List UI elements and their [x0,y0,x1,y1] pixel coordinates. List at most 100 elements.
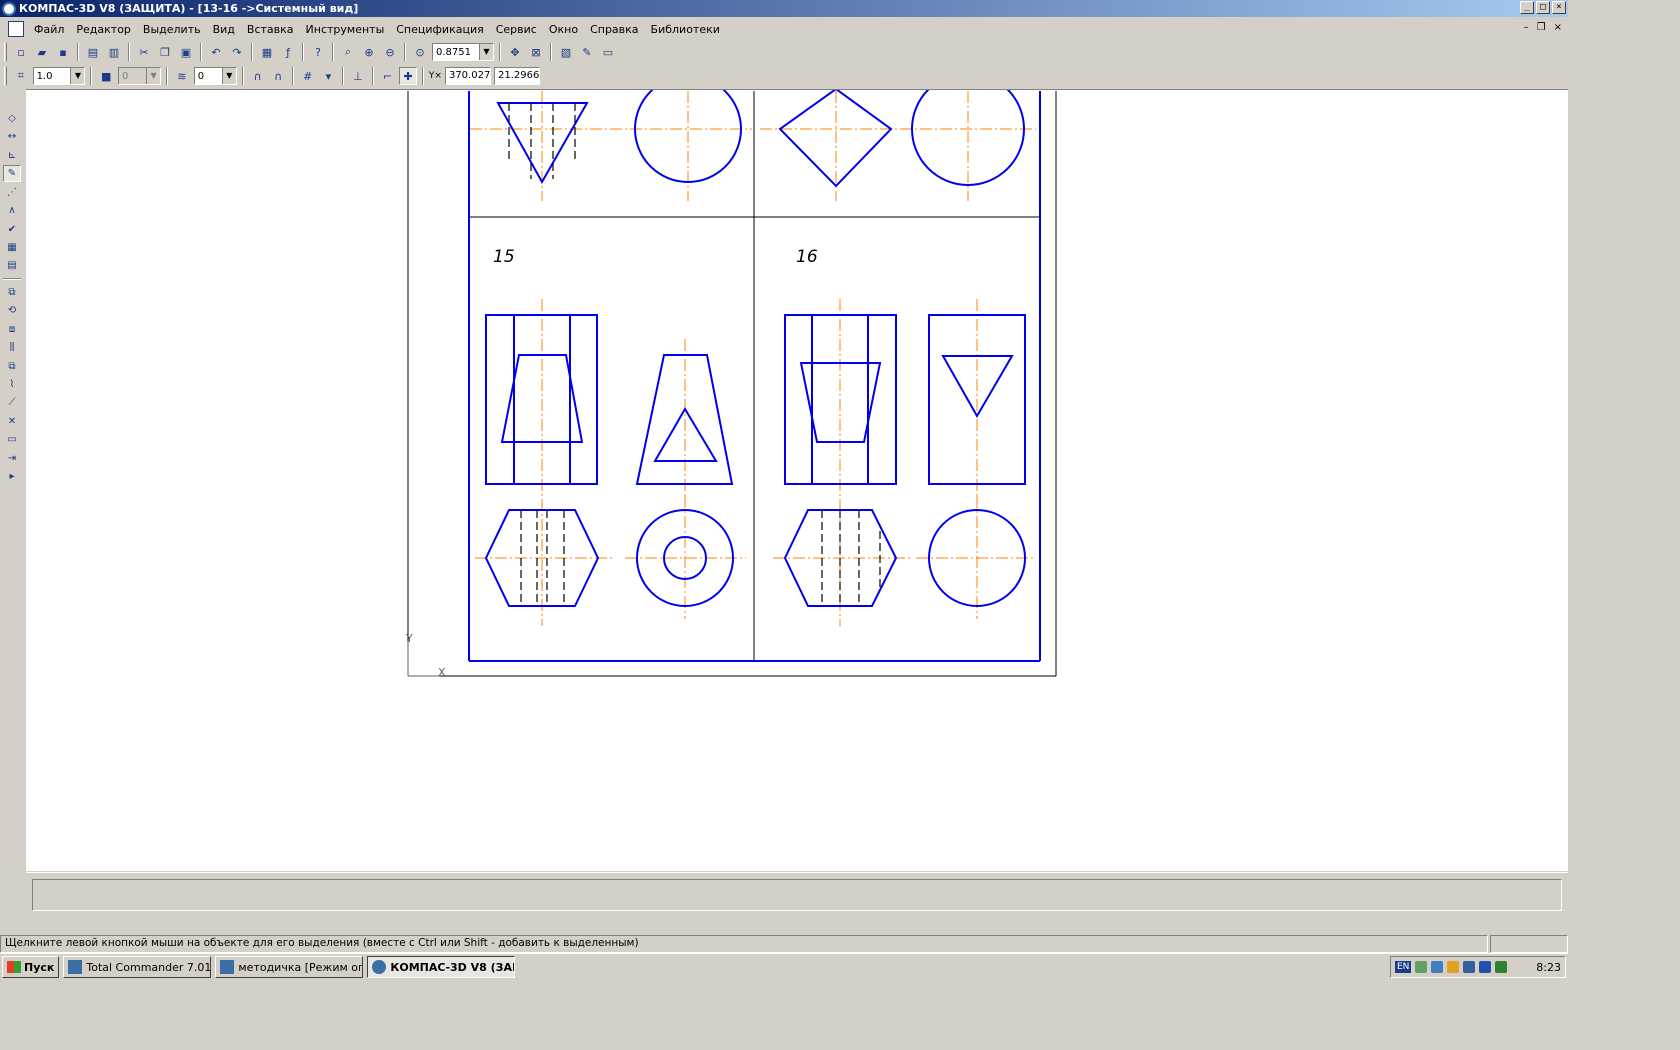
copy-objects-icon[interactable]: ⧉ [3,358,21,374]
stretch-icon[interactable]: ⇥ [3,450,21,466]
grid-dropdown-icon[interactable]: ▾ [320,67,338,85]
minimize-button[interactable]: _ [1520,1,1534,14]
menu-select[interactable]: Выделить [137,23,207,36]
task-number-16[interactable]: 16 [796,247,818,267]
menu-specification[interactable]: Спецификация [390,23,489,36]
network-icon[interactable] [1415,961,1428,973]
doc-restore-button[interactable]: ❐ [1537,22,1546,33]
select-icon[interactable]: ✔ [3,221,21,237]
manager-icon[interactable]: ▦ [258,43,276,61]
menu-help[interactable]: Справка [584,23,644,36]
security-icon[interactable] [1447,961,1460,973]
edit-icon[interactable]: ✎ [3,165,21,182]
chevron-down-icon[interactable]: ▼ [70,68,85,84]
macro-icon[interactable]: ▭ [3,432,21,448]
toolbar-grip[interactable] [4,43,7,61]
print-preview-icon[interactable]: ▥ [105,43,123,61]
rotate-icon[interactable]: ⟲ [3,303,21,319]
cs-y-label[interactable]: Y [405,632,413,645]
style-icon[interactable]: ■ [97,67,115,85]
menu-service[interactable]: Сервис [490,23,543,36]
tray-app-icon[interactable] [1431,961,1444,973]
move-icon[interactable]: ⧉ [3,284,21,300]
step-combo[interactable]: 1.0 ▼ [32,67,86,85]
language-indicator[interactable]: EN [1395,961,1412,973]
show-all-icon[interactable]: ⊠ [527,43,545,61]
magnet-local-icon[interactable]: ∩ [269,67,287,85]
menu-tools[interactable]: Инструменты [300,23,391,36]
layer-value: 0 [197,70,205,82]
designations-icon[interactable]: ⊾ [3,147,21,163]
print-icon[interactable]: ▤ [84,43,102,61]
open-folder-icon[interactable]: ▰ [33,43,51,61]
rebuild-icon[interactable]: ✎ [578,43,596,61]
menu-libraries[interactable]: Библиотеки [645,23,726,36]
more-tools-icon[interactable]: ▸ [3,468,21,484]
antivirus-icon[interactable] [1479,961,1492,973]
parametrization-icon[interactable]: ⋰ [3,184,21,200]
save-icon[interactable]: ▪ [54,43,72,61]
new-document-icon[interactable]: ▫ [12,43,30,61]
zoom-in-icon[interactable]: ⊕ [360,43,378,61]
menu-view[interactable]: Вид [207,23,241,36]
undo-icon[interactable]: ↶ [207,43,225,61]
chevron-down-icon[interactable]: ▼ [221,68,236,84]
variables-icon[interactable]: ƒ [279,43,297,61]
close-button[interactable]: × [1552,1,1566,14]
maximize-button[interactable]: □ [1536,1,1550,14]
menu-editor[interactable]: Редактор [70,23,137,36]
associative-views-icon[interactable]: ▦ [3,239,21,255]
geometry-icon[interactable]: ◇ [3,110,21,126]
chevron-down-icon[interactable]: ▼ [479,44,493,60]
scale-icon[interactable]: ⧈ [3,321,21,337]
specification-icon[interactable]: ▤ [3,258,21,274]
coord-x-field[interactable]: 370.027 [444,67,491,85]
redo-icon[interactable]: ↷ [228,43,246,61]
menu-file[interactable]: Файл [28,23,70,36]
symmetry-icon[interactable]: ⫼ [3,339,21,355]
properties-icon[interactable]: ▭ [599,43,617,61]
cursor-step-icon[interactable]: ⌗ [12,67,30,85]
doc-close-button[interactable]: × [1554,22,1562,33]
dimensions-icon[interactable]: ↔ [3,128,21,144]
measure-icon[interactable]: ∧ [3,202,21,218]
task-kompas[interactable]: КОМПАС-3D V8 (ЗАЩ... [367,956,516,978]
local-cs-icon[interactable]: ⊥ [349,67,367,85]
deform-icon[interactable]: ⌇ [3,376,21,392]
menu-window[interactable]: Окно [543,23,584,36]
grid-icon[interactable]: # [299,67,317,85]
layers-icon[interactable]: ≋ [173,67,191,85]
layer-combo[interactable]: 0 ▼ [193,67,237,85]
cut-icon[interactable]: ✂ [135,43,153,61]
zoom-out-icon[interactable]: ⊖ [381,43,399,61]
start-button[interactable]: Пуск [2,956,60,978]
cs-x-label[interactable]: X [438,666,446,679]
zoom-combo[interactable]: 0.8751 ▼ [432,43,494,61]
trim-icon[interactable]: ⟋ [3,395,21,411]
update-icon[interactable] [1495,961,1508,973]
task-number-15[interactable]: 15 [493,247,515,267]
menu-insert[interactable]: Вставка [241,23,300,36]
task-word-document[interactable]: методичка [Режим огра... [215,956,364,978]
drawing-svg[interactable]: 15 16 Y X [26,90,1568,871]
task-total-commander[interactable]: Total Commander 7.01 - ... [63,956,212,978]
document-icon[interactable] [8,21,24,37]
drawing-canvas[interactable]: 15 16 Y X [26,89,1568,871]
monitor-icon[interactable] [1463,961,1476,973]
zoom-window-icon[interactable]: ⌕ [339,43,357,61]
pan-icon[interactable]: ✥ [506,43,524,61]
paste-icon[interactable]: ▣ [177,43,195,61]
copy-icon[interactable]: ❐ [156,43,174,61]
snap-icon[interactable]: ✚ [399,67,417,85]
refresh-icon[interactable]: ▧ [557,43,575,61]
kompas-app-icon[interactable] [2,1,16,16]
doc-minimize-button[interactable]: – [1524,22,1529,33]
context-help-icon[interactable]: ? [309,43,327,61]
zoom-scale-icon[interactable]: ⊙ [411,43,429,61]
break-icon[interactable]: ✕ [3,413,21,429]
compact-toolbar: ◇ ↔ ⊾ ✎ ⋰ ∧ ✔ ▦ ▤ ⧉ ⟲ ⧈ ⫼ ⧉ ⌇ ⟋ ✕ ▭ ⇥ ▸ [0,110,24,485]
coord-y-field[interactable]: 21.2966 [493,67,540,85]
ortho-icon[interactable]: ⌐ [379,67,397,85]
toolbar-grip[interactable] [4,67,7,85]
magnet-icon[interactable]: ∩ [249,67,267,85]
